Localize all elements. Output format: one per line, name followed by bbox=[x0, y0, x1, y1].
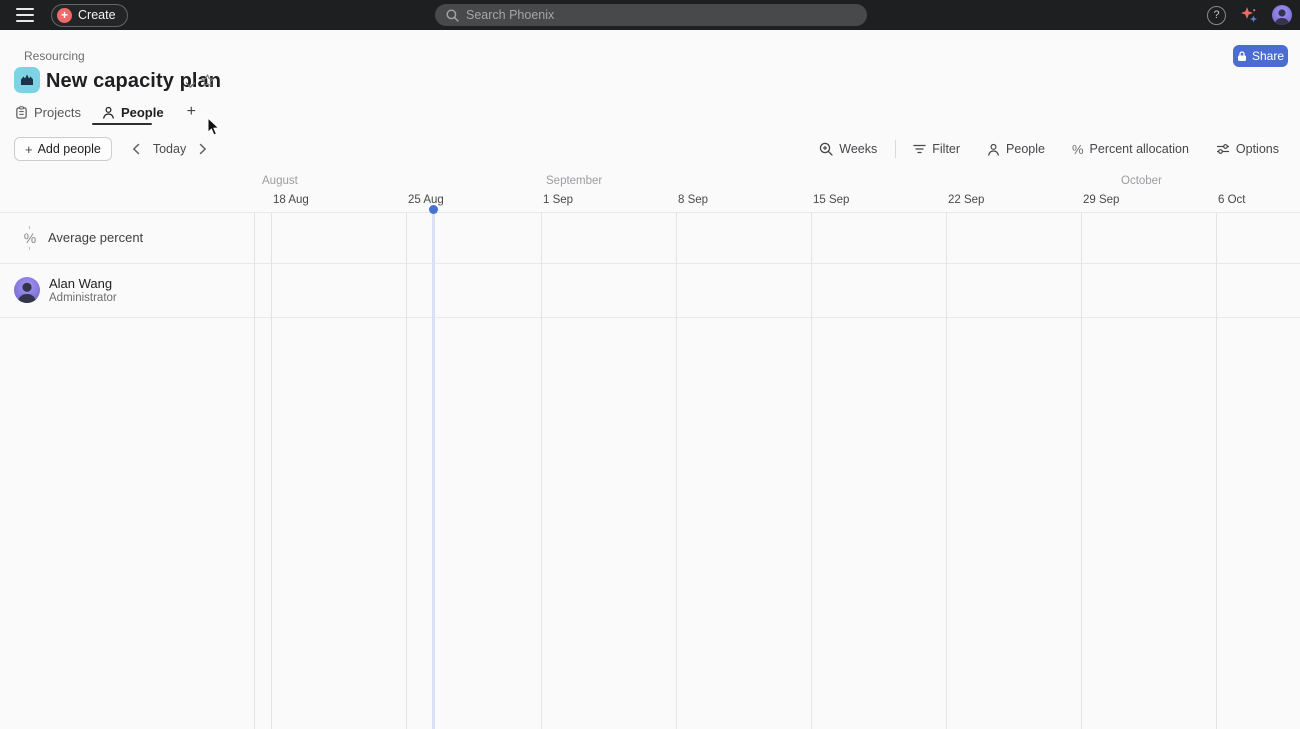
help-icon: ? bbox=[1213, 9, 1219, 21]
breadcrumb[interactable]: Resourcing bbox=[24, 49, 85, 63]
month-label: August bbox=[262, 175, 298, 187]
week-gridline bbox=[271, 212, 272, 729]
percent-icon: % bbox=[1072, 142, 1084, 157]
avatar-silhouette-icon bbox=[14, 277, 40, 303]
group-by-label: People bbox=[1006, 142, 1045, 156]
help-button[interactable]: ? bbox=[1207, 6, 1226, 25]
timeline-next-button[interactable] bbox=[192, 138, 214, 160]
week-label: 8 Sep bbox=[678, 194, 708, 206]
week-label: 1 Sep bbox=[543, 194, 573, 206]
week-label: 25 Aug bbox=[408, 194, 444, 206]
tab-projects-label: Projects bbox=[34, 105, 81, 120]
search-placeholder: Search Phoenix bbox=[466, 8, 554, 22]
week-gridline bbox=[676, 212, 677, 729]
zoom-level-label: Weeks bbox=[839, 142, 877, 156]
toolbar-right: Weeks Filter People % Percent allocation… bbox=[819, 137, 1279, 161]
topbar: + Create Search Phoenix ? bbox=[0, 0, 1300, 30]
user-avatar[interactable] bbox=[1272, 5, 1292, 25]
hamburger-menu-icon[interactable] bbox=[16, 8, 34, 22]
toolbar-left: + Add people Today bbox=[14, 137, 214, 161]
search-icon bbox=[446, 9, 459, 22]
today-button[interactable]: Today bbox=[153, 142, 186, 156]
week-label: 15 Sep bbox=[813, 194, 849, 206]
add-people-label: Add people bbox=[38, 142, 101, 156]
topbar-right: ? bbox=[1207, 0, 1292, 30]
capacity-plan-icon[interactable] bbox=[14, 67, 40, 93]
lock-icon bbox=[1237, 51, 1247, 62]
today-marker-line bbox=[432, 212, 435, 729]
plus-icon: + bbox=[57, 8, 72, 23]
person-row[interactable]: Alan Wang Administrator bbox=[0, 263, 254, 317]
name-column-divider bbox=[254, 212, 255, 729]
week-gridline bbox=[1081, 212, 1082, 729]
sliders-icon bbox=[1216, 143, 1230, 155]
share-button-label: Share bbox=[1252, 49, 1284, 63]
average-percent-icon: % bbox=[21, 226, 39, 250]
zoom-level-button[interactable]: Weeks bbox=[819, 142, 877, 156]
person-role: Administrator bbox=[49, 292, 117, 304]
ai-sparkle-icon[interactable] bbox=[1239, 5, 1259, 25]
percent-allocation-button[interactable]: % Percent allocation bbox=[1072, 142, 1189, 157]
plus-icon: + bbox=[25, 142, 33, 157]
search-input[interactable]: Search Phoenix bbox=[435, 4, 867, 26]
month-label: October bbox=[1121, 175, 1162, 187]
filter-icon bbox=[913, 143, 926, 155]
week-gridline bbox=[406, 212, 407, 729]
group-by-people-button[interactable]: People bbox=[987, 142, 1045, 156]
person-icon bbox=[987, 143, 1000, 156]
timeline-prev-button[interactable] bbox=[125, 138, 147, 160]
zoom-magnifier-icon bbox=[819, 142, 833, 156]
row-divider bbox=[0, 317, 1300, 318]
filter-label: Filter bbox=[932, 142, 960, 156]
create-button[interactable]: + Create bbox=[51, 4, 128, 27]
clipboard-icon bbox=[15, 106, 28, 119]
week-label: 29 Sep bbox=[1083, 194, 1119, 206]
percent-allocation-label: Percent allocation bbox=[1090, 142, 1189, 156]
week-label: 22 Sep bbox=[948, 194, 984, 206]
tab-people-label: People bbox=[121, 105, 164, 120]
toolbar-divider bbox=[895, 140, 896, 158]
options-button[interactable]: Options bbox=[1216, 142, 1279, 156]
chevron-left-icon bbox=[132, 143, 140, 155]
chevron-right-icon bbox=[199, 143, 207, 155]
tab-bar: Projects People + bbox=[15, 101, 196, 123]
share-button[interactable]: Share bbox=[1233, 45, 1288, 67]
week-gridline bbox=[541, 212, 542, 729]
filter-button[interactable]: Filter bbox=[913, 142, 960, 156]
favorite-star-icon[interactable] bbox=[200, 73, 215, 93]
month-label: September bbox=[546, 175, 602, 187]
add-tab-button[interactable]: + bbox=[185, 103, 196, 121]
person-avatar[interactable] bbox=[14, 277, 40, 303]
create-button-label: Create bbox=[78, 8, 116, 22]
week-label: 6 Oct bbox=[1218, 194, 1245, 206]
avatar-silhouette-icon bbox=[1272, 5, 1292, 25]
tab-people[interactable]: People bbox=[102, 105, 164, 120]
average-percent-row[interactable]: % Average percent bbox=[0, 212, 254, 263]
week-gridline bbox=[1216, 212, 1217, 729]
tab-projects[interactable]: Projects bbox=[15, 105, 81, 120]
options-label: Options bbox=[1236, 142, 1279, 156]
person-name: Alan Wang bbox=[49, 276, 117, 291]
week-gridline bbox=[946, 212, 947, 729]
average-percent-label: Average percent bbox=[48, 230, 143, 245]
expand-row-chevron-icon[interactable] bbox=[2, 284, 12, 296]
chevron-down-icon[interactable] bbox=[185, 76, 196, 94]
person-icon bbox=[102, 106, 115, 119]
mountain-chart-icon bbox=[19, 72, 35, 88]
add-people-button[interactable]: + Add people bbox=[14, 137, 112, 161]
capacity-plan-page: Resourcing New capacity plan Share Proje… bbox=[0, 30, 1300, 729]
today-marker-dot[interactable] bbox=[429, 205, 438, 214]
person-meta: Alan Wang Administrator bbox=[49, 276, 117, 304]
week-label: 18 Aug bbox=[273, 194, 309, 206]
active-tab-underline bbox=[92, 123, 152, 125]
week-gridline bbox=[811, 212, 812, 729]
